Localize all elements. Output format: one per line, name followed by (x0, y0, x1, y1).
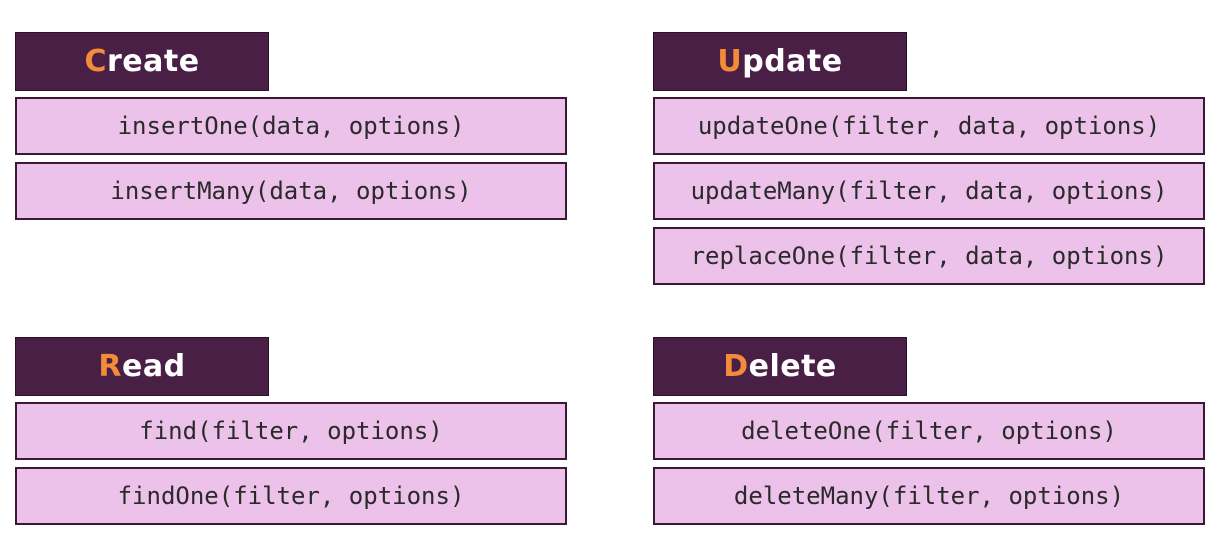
create-header: Create (15, 32, 269, 91)
read-header-rest: ead (122, 349, 186, 384)
method-insert-one: insertOne(data, options) (15, 97, 567, 155)
read-group: Read find(filter, options) findOne(filte… (15, 337, 567, 532)
read-header-initial: R (98, 349, 123, 384)
create-header-rest: reate (106, 44, 200, 79)
method-find: find(filter, options) (15, 402, 567, 460)
delete-method-list: deleteOne(filter, options) deleteMany(fi… (653, 402, 1205, 525)
read-method-list: find(filter, options) findOne(filter, op… (15, 402, 567, 525)
update-header: Update (653, 32, 907, 91)
method-replace-one: replaceOne(filter, data, options) (653, 227, 1205, 285)
read-header: Read (15, 337, 269, 396)
delete-group: Delete deleteOne(filter, options) delete… (653, 337, 1205, 532)
delete-header-rest: elete (748, 349, 837, 384)
delete-header: Delete (653, 337, 907, 396)
update-header-rest: pdate (742, 44, 843, 79)
update-group: Update updateOne(filter, data, options) … (653, 32, 1205, 292)
method-delete-many: deleteMany(filter, options) (653, 467, 1205, 525)
delete-header-initial: D (723, 349, 749, 384)
create-group: Create insertOne(data, options) insertMa… (15, 32, 567, 227)
method-update-one: updateOne(filter, data, options) (653, 97, 1205, 155)
update-header-initial: U (717, 44, 743, 79)
method-find-one: findOne(filter, options) (15, 467, 567, 525)
method-insert-many: insertMany(data, options) (15, 162, 567, 220)
method-update-many: updateMany(filter, data, options) (653, 162, 1205, 220)
create-method-list: insertOne(data, options) insertMany(data… (15, 97, 567, 220)
update-method-list: updateOne(filter, data, options) updateM… (653, 97, 1205, 285)
method-delete-one: deleteOne(filter, options) (653, 402, 1205, 460)
create-header-initial: C (84, 44, 107, 79)
